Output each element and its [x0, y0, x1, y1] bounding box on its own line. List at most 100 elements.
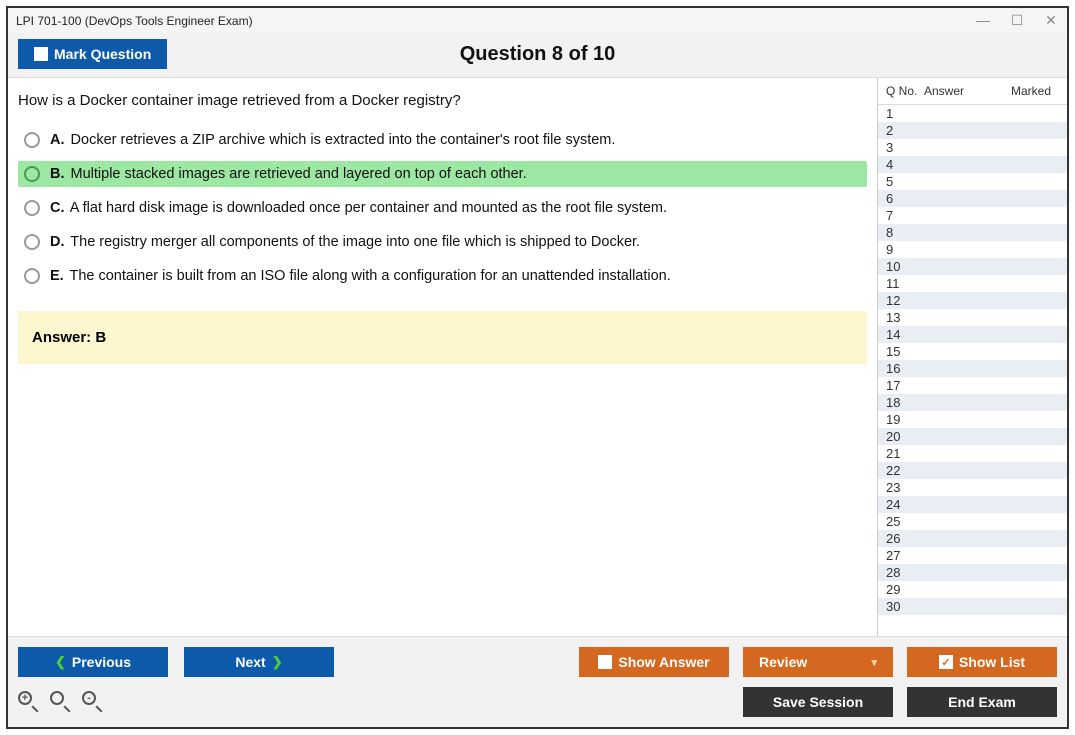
navigator-answer-cell [924, 531, 1001, 546]
checked-icon: ✓ [939, 655, 953, 669]
navigator-row[interactable]: 14 [878, 326, 1067, 343]
navigator-row[interactable]: 27 [878, 547, 1067, 564]
navigator-header: Q No. Answer Marked [878, 78, 1067, 105]
navigator-answer-cell [924, 599, 1001, 614]
previous-button[interactable]: ❮ Previous [18, 647, 168, 677]
navigator-row[interactable]: 26 [878, 530, 1067, 547]
navigator-marked-cell [1001, 259, 1061, 274]
answer-prefix: Answer: [32, 329, 95, 346]
navigator-row[interactable]: 7 [878, 207, 1067, 224]
navigator-marked-cell [1001, 123, 1061, 138]
navigator-qno: 20 [886, 429, 924, 444]
navigator-qno: 11 [886, 276, 924, 291]
navigator-marked-cell [1001, 293, 1061, 308]
navigator-answer-cell [924, 259, 1001, 274]
chevron-right-icon: ❯ [272, 654, 283, 670]
option-row[interactable]: E. The container is built from an ISO fi… [18, 263, 867, 289]
navigator-qno: 25 [886, 514, 924, 529]
navigator-qno: 19 [886, 412, 924, 427]
option-row[interactable]: C. A flat hard disk image is downloaded … [18, 195, 867, 221]
footer-row-1: ❮ Previous Next ❯ Show Answer Review ▾ [18, 647, 1057, 677]
option-row[interactable]: D. The registry merger all components of… [18, 229, 867, 255]
navigator-marked-cell [1001, 361, 1061, 376]
navigator-marked-cell [1001, 276, 1061, 291]
review-button[interactable]: Review ▾ [743, 647, 893, 677]
navigator-qno: 23 [886, 480, 924, 495]
navigator-row[interactable]: 6 [878, 190, 1067, 207]
navigator-answer-cell [924, 514, 1001, 529]
navigator-marked-cell [1001, 344, 1061, 359]
navigator-marked-cell [1001, 106, 1061, 121]
navigator-row[interactable]: 25 [878, 513, 1067, 530]
navigator-answer-cell [924, 174, 1001, 189]
navigator-row[interactable]: 11 [878, 275, 1067, 292]
show-answer-button[interactable]: Show Answer [579, 647, 729, 677]
navigator-answer-cell [924, 293, 1001, 308]
navigator-row[interactable]: 2 [878, 122, 1067, 139]
navigator-marked-cell [1001, 327, 1061, 342]
navigator-row[interactable]: 16 [878, 360, 1067, 377]
navigator-marked-cell [1001, 378, 1061, 393]
minimize-button[interactable]: — [975, 12, 991, 29]
navigator-row[interactable]: 12 [878, 292, 1067, 309]
next-label: Next [235, 654, 265, 670]
navigator-marked-cell [1001, 497, 1061, 512]
zoom-out-icon[interactable]: - [82, 691, 104, 713]
navigator-row[interactable]: 18 [878, 394, 1067, 411]
navigator-row[interactable]: 24 [878, 496, 1067, 513]
close-button[interactable]: ✕ [1043, 12, 1059, 29]
radio-icon [24, 234, 40, 250]
show-list-button[interactable]: ✓ Show List [907, 647, 1057, 677]
footer-row-2: + - Save Session End Exam [18, 687, 1057, 717]
end-exam-button[interactable]: End Exam [907, 687, 1057, 717]
navigator-row[interactable]: 9 [878, 241, 1067, 258]
app-window: LPI 701-100 (DevOps Tools Engineer Exam)… [6, 6, 1069, 729]
option-row[interactable]: A. Docker retrieves a ZIP archive which … [18, 127, 867, 153]
navigator-row[interactable]: 4 [878, 156, 1067, 173]
question-navigator: Q No. Answer Marked 12345678910111213141… [877, 78, 1067, 636]
navigator-row[interactable]: 10 [878, 258, 1067, 275]
radio-icon [24, 132, 40, 148]
navigator-qno: 6 [886, 191, 924, 206]
navigator-answer-cell [924, 106, 1001, 121]
maximize-button[interactable]: ☐ [1009, 12, 1025, 29]
navigator-marked-cell [1001, 208, 1061, 223]
option-letter: A. [50, 132, 65, 148]
navigator-row[interactable]: 21 [878, 445, 1067, 462]
navigator-qno: 29 [886, 582, 924, 597]
option-row[interactable]: B. Multiple stacked images are retrieved… [18, 161, 867, 187]
navigator-row[interactable]: 23 [878, 479, 1067, 496]
navigator-row[interactable]: 1 [878, 105, 1067, 122]
navigator-answer-cell [924, 208, 1001, 223]
navigator-list[interactable]: 1234567891011121314151617181920212223242… [878, 105, 1067, 636]
navigator-marked-cell [1001, 395, 1061, 410]
navigator-row[interactable]: 28 [878, 564, 1067, 581]
navigator-row[interactable]: 5 [878, 173, 1067, 190]
navigator-marked-cell [1001, 412, 1061, 427]
navigator-marked-cell [1001, 514, 1061, 529]
zoom-in-icon[interactable]: + [18, 691, 40, 713]
navigator-qno: 13 [886, 310, 924, 325]
navigator-marked-cell [1001, 531, 1061, 546]
checkbox-icon [34, 47, 48, 61]
option-text: E. The container is built from an ISO fi… [50, 268, 671, 284]
navigator-row[interactable]: 15 [878, 343, 1067, 360]
navigator-row[interactable]: 29 [878, 581, 1067, 598]
navigator-answer-cell [924, 446, 1001, 461]
navigator-row[interactable]: 13 [878, 309, 1067, 326]
navigator-row[interactable]: 20 [878, 428, 1067, 445]
navigator-qno: 9 [886, 242, 924, 257]
navigator-answer-cell [924, 361, 1001, 376]
save-session-button[interactable]: Save Session [743, 687, 893, 717]
mark-question-button[interactable]: Mark Question [18, 39, 167, 69]
navigator-row[interactable]: 3 [878, 139, 1067, 156]
navigator-row[interactable]: 30 [878, 598, 1067, 615]
navigator-qno: 17 [886, 378, 924, 393]
navigator-row[interactable]: 17 [878, 377, 1067, 394]
next-button[interactable]: Next ❯ [184, 647, 334, 677]
navigator-row[interactable]: 22 [878, 462, 1067, 479]
zoom-reset-icon[interactable] [50, 691, 72, 713]
navigator-row[interactable]: 8 [878, 224, 1067, 241]
navigator-qno: 7 [886, 208, 924, 223]
navigator-row[interactable]: 19 [878, 411, 1067, 428]
